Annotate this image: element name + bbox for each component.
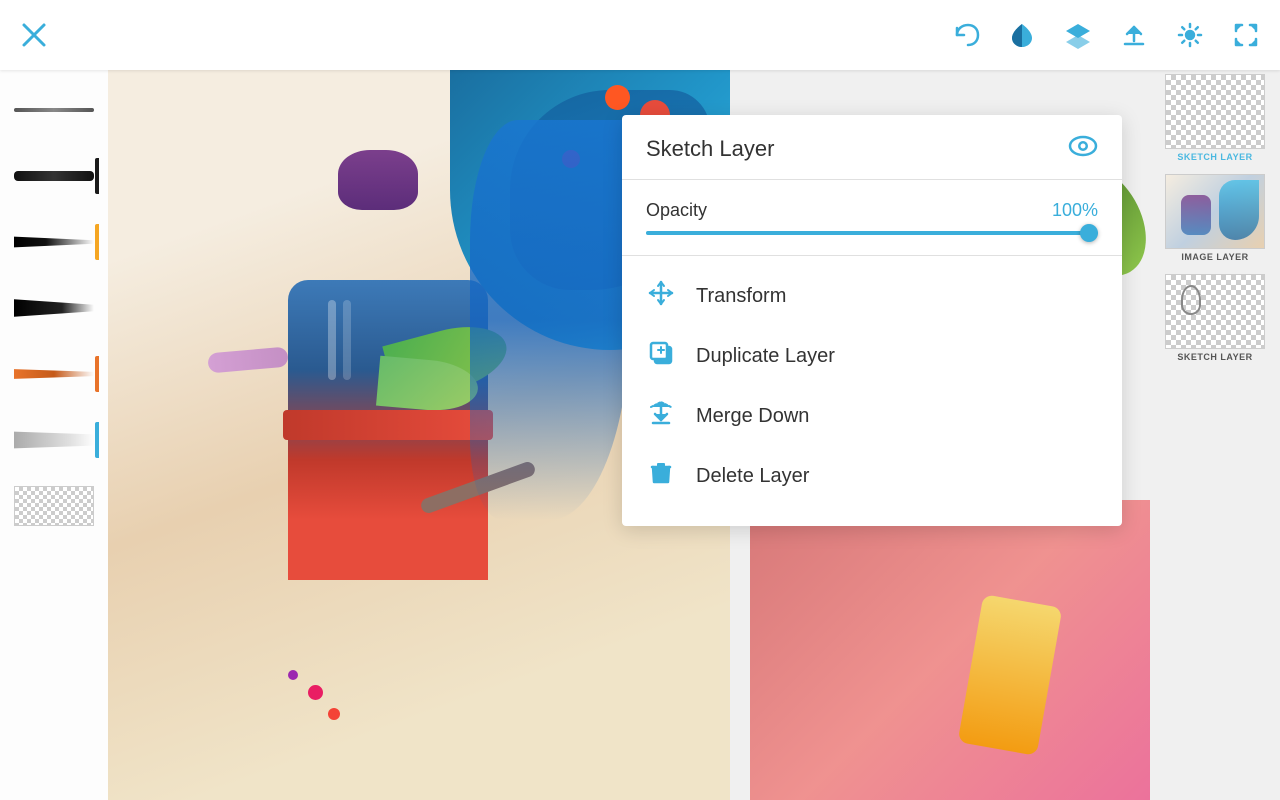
opacity-slider-track[interactable] (646, 231, 1098, 235)
opacity-value: 100% (1052, 200, 1098, 221)
merge-down-menu-item[interactable]: Merge Down (622, 386, 1122, 446)
layers-button[interactable] (1064, 21, 1092, 49)
delete-layer-menu-item[interactable]: Delete Layer (622, 446, 1122, 506)
brush-item-2[interactable] (9, 146, 99, 206)
layer-thumbnail-2 (1165, 174, 1265, 249)
layer-visibility-toggle[interactable] (1068, 135, 1098, 163)
opacity-label: Opacity (646, 200, 707, 221)
context-menu: Sketch Layer Opacity 100% (622, 115, 1122, 526)
fullscreen-button[interactable] (1232, 21, 1260, 49)
layer-item-sketch-bottom[interactable]: SKETCH LAYER (1156, 274, 1274, 362)
brush-item-1[interactable] (9, 80, 99, 140)
opacity-slider-fill (646, 231, 1098, 235)
delete-layer-label: Delete Layer (696, 465, 809, 488)
brush-item-7[interactable] (9, 476, 99, 536)
close-button[interactable] (20, 21, 48, 49)
color-picker-button[interactable] (1008, 21, 1036, 49)
undo-button[interactable] (952, 21, 980, 49)
opacity-slider-thumb[interactable] (1080, 224, 1098, 242)
duplicate-layer-menu-item[interactable]: Duplicate Layer (622, 326, 1122, 386)
layer-label-2: IMAGE LAYER (1181, 252, 1248, 262)
layer-thumbnail-3 (1165, 274, 1265, 349)
brush-item-6[interactable] (9, 410, 99, 470)
toolbar (0, 0, 1280, 70)
duplicate-layer-label: Duplicate Layer (696, 345, 835, 368)
opacity-slider-container[interactable] (622, 227, 1122, 255)
opacity-row: Opacity 100% (622, 180, 1122, 227)
brush-item-4[interactable] (9, 278, 99, 338)
layer-item-image[interactable]: IMAGE LAYER (1156, 174, 1274, 262)
merge-icon (646, 400, 676, 432)
brush-item-3[interactable] (9, 212, 99, 272)
layers-panel: + SKETCH LAYER IMAGE LAYER SKETCH LAYER (1150, 0, 1280, 730)
context-menu-header: Sketch Layer (622, 115, 1122, 180)
layer-label-1: SKETCH LAYER (1177, 152, 1252, 162)
upload-button[interactable] (1120, 21, 1148, 49)
context-menu-title: Sketch Layer (646, 136, 774, 162)
transform-menu-item[interactable]: Transform (622, 266, 1122, 326)
duplicate-icon (646, 340, 676, 372)
delete-icon (646, 460, 676, 492)
layer-label-3: SKETCH LAYER (1177, 352, 1252, 362)
settings-button[interactable] (1176, 21, 1204, 49)
brush-panel (0, 70, 108, 800)
brush-item-5[interactable] (9, 344, 99, 404)
merge-down-label: Merge Down (696, 405, 809, 428)
layer-item-sketch-top[interactable]: SKETCH LAYER (1156, 74, 1274, 162)
transform-label: Transform (696, 285, 786, 308)
transform-icon (646, 280, 676, 312)
layer-thumbnail-1 (1165, 74, 1265, 149)
